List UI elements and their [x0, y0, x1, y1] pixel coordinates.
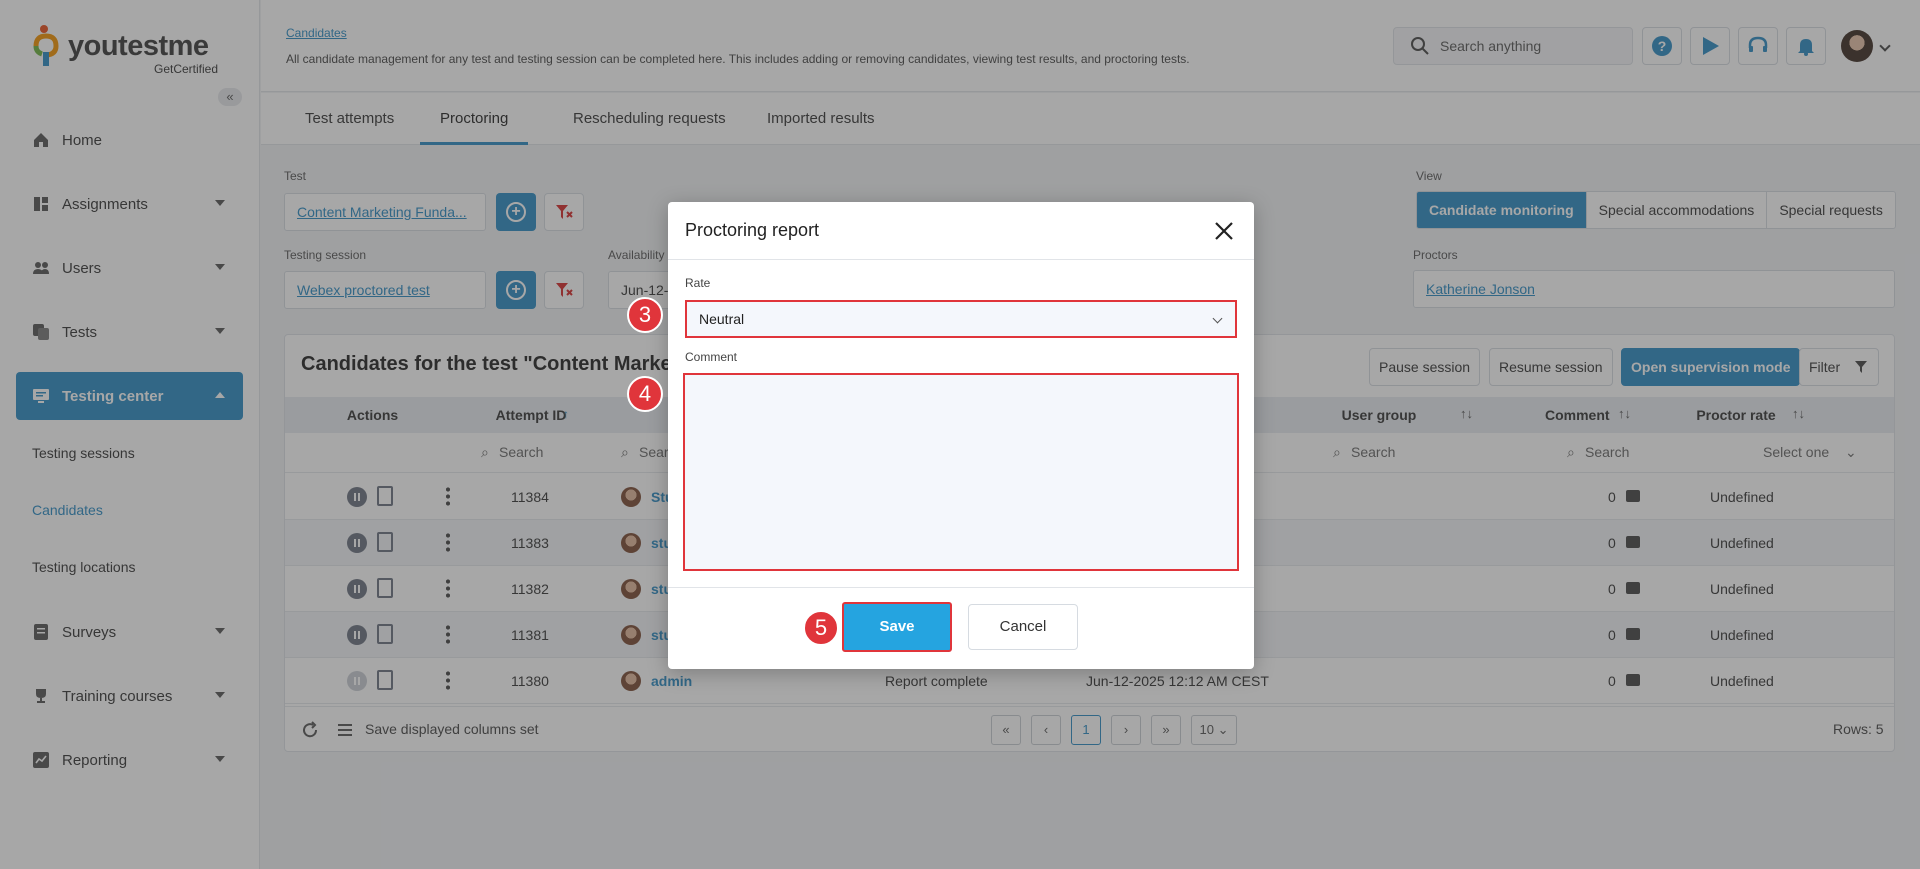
- rate-value: Neutral: [699, 311, 745, 327]
- cancel-button[interactable]: Cancel: [968, 604, 1078, 650]
- step-marker-3: 3: [627, 297, 663, 333]
- dialog-title: Proctoring report: [685, 220, 820, 240]
- proctoring-report-dialog: Proctoring report Rate Neutral Comment S…: [668, 202, 1254, 669]
- close-icon[interactable]: [1212, 219, 1236, 243]
- divider: [668, 259, 1254, 260]
- divider: [668, 587, 1254, 588]
- step-marker-5: 5: [803, 610, 839, 646]
- save-button[interactable]: Save: [842, 602, 952, 652]
- comment-textarea[interactable]: [683, 373, 1239, 571]
- rate-select[interactable]: Neutral: [685, 300, 1237, 338]
- app-root: youtestme GetCertified « Home Assignment…: [0, 0, 1920, 869]
- chevron-down-icon: [1212, 313, 1223, 324]
- comment-label: Comment: [685, 350, 738, 364]
- rate-label: Rate: [685, 276, 711, 290]
- step-marker-4: 4: [627, 376, 663, 412]
